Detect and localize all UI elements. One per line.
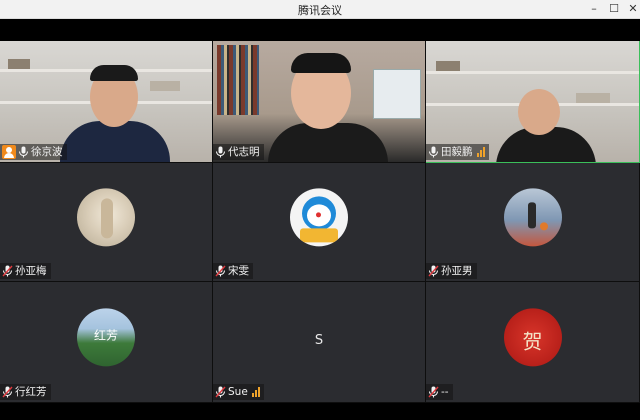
microphone-muted-icon (215, 265, 226, 277)
microphone-icon (215, 146, 226, 158)
video-grid: 徐京波 代志明 田毅鹏 孙亚梅 宋雯 孙亚男 红芳 行红芳 S Sue 贺 -- (0, 41, 640, 403)
participant-name: -- (441, 386, 449, 398)
nameplate: 宋雯 (213, 263, 253, 279)
nameplate: 孙亚男 (426, 263, 477, 279)
avatar-text: 红芳 (93, 328, 118, 343)
title-bar: 腾讯会议 – ☐ ✕ (0, 0, 640, 19)
participant-name: 代志明 (228, 146, 260, 158)
participant-name: Sue (228, 386, 248, 398)
nameplate: -- (426, 384, 453, 400)
participant-tile[interactable]: 徐京波 (0, 41, 213, 163)
participant-tile[interactable]: 红芳 行红芳 (0, 282, 213, 403)
avatar-text: 贺 (522, 329, 543, 354)
participant-tile[interactable]: 代志明 (213, 41, 426, 163)
microphone-muted-icon (428, 386, 439, 398)
microphone-icon (18, 146, 29, 158)
microphone-muted-icon (215, 386, 226, 398)
microphone-icon (428, 146, 439, 158)
nameplate: 田毅鹏 (426, 144, 489, 160)
landscape-avatar: 红芳 (77, 308, 135, 367)
host-icon (2, 145, 16, 159)
participant-name: 行红芳 (15, 386, 47, 398)
participant-tile[interactable]: 贺 -- (426, 282, 640, 403)
window-title: 腾讯会议 (298, 4, 342, 17)
minimize-button[interactable]: – (586, 2, 602, 16)
microphone-muted-icon (428, 265, 439, 277)
basketball-avatar (503, 188, 562, 247)
nameplate: 代志明 (213, 144, 264, 160)
participant-name: 徐京波 (31, 146, 63, 158)
participant-name: 孙亚男 (441, 265, 473, 277)
participant-name: 孙亚梅 (15, 265, 47, 277)
nameplate: 行红芳 (0, 384, 51, 400)
participant-tile[interactable]: S Sue (213, 282, 426, 403)
participant-tile[interactable]: 孙亚男 (426, 163, 640, 282)
signal-strength-icon (251, 387, 260, 397)
photo-avatar (77, 188, 135, 247)
microphone-muted-icon (2, 265, 13, 277)
letter-avatar: S (314, 333, 324, 348)
microphone-muted-icon (2, 386, 13, 398)
participant-tile[interactable]: 孙亚梅 (0, 163, 213, 282)
top-band (0, 19, 640, 41)
nameplate: 孙亚梅 (0, 263, 51, 279)
close-button[interactable]: ✕ (625, 2, 640, 16)
participant-name: 宋雯 (228, 265, 249, 277)
maximize-button[interactable]: ☐ (606, 2, 622, 16)
doraemon-avatar (290, 188, 348, 247)
nameplate: 徐京波 (0, 144, 67, 160)
nameplate: Sue (213, 384, 264, 400)
calligraphy-avatar: 贺 (503, 308, 562, 367)
participant-tile[interactable]: 宋雯 (213, 163, 426, 282)
participant-tile[interactable]: 田毅鹏 (426, 41, 640, 163)
bottom-band (0, 403, 640, 420)
participant-name: 田毅鹏 (441, 146, 473, 158)
signal-strength-icon (476, 147, 485, 157)
